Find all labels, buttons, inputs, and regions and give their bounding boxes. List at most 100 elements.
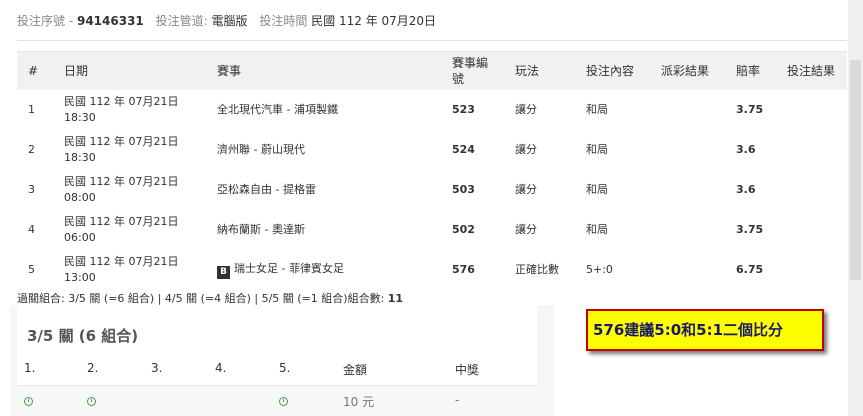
combo-row: 10 元 - [17, 386, 537, 416]
row-num: 3 [28, 183, 35, 196]
col-header-match: 賽事 [206, 51, 441, 90]
combo-summary-text: 過關組合: 3/5 關 (=6 組合) | 4/5 關 (=4 組合) | 5/… [17, 292, 385, 305]
time-label: 投注時間 [259, 14, 308, 28]
row-odds: 3.75 [736, 223, 764, 236]
combo-win: - [455, 393, 460, 407]
row-result [650, 250, 725, 290]
serial-label: 投注序號 - [17, 14, 74, 28]
row-play: 讓分 [515, 143, 537, 156]
row-match: 濟州聯 - 蔚山現代 [217, 143, 305, 156]
row-match: 亞松森自由 - 提格雷 [217, 183, 316, 196]
row-num: 4 [28, 223, 35, 236]
row-odds: 6.75 [736, 263, 764, 276]
row-match: B 瑞士女足 - 菲律賓女足 [206, 250, 441, 290]
table-row: 2 民國 112 年 07月21日 18:30 濟州聯 - 蔚山現代 524 讓分… [17, 130, 847, 170]
row-date-time: 13:00 [64, 271, 96, 284]
col-header-date: 日期 [53, 51, 206, 90]
row-date-day: 民國 112 年 07月21日 [64, 95, 179, 108]
row-odds: 3.6 [736, 183, 756, 196]
row-outcome [776, 250, 847, 290]
row-date-day: 民國 112 年 07月21日 [64, 255, 179, 268]
col-header-bet: 投注內容 [575, 51, 650, 90]
row-date: 民國 112 年 07月21日 18:30 [53, 90, 206, 130]
row-match: 納布蘭斯 - 奧達斯 [217, 223, 305, 236]
combo-col-3: 3. [151, 361, 163, 375]
row-code: 502 [452, 223, 475, 236]
channel-value: 電腦版 [211, 14, 248, 28]
combo-amount: 10 元 [343, 395, 375, 409]
row-code: 503 [452, 183, 475, 196]
col-header-code: 賽事編號 [441, 51, 504, 90]
row-outcome [776, 210, 847, 250]
combo-title: 3/5 關 (6 組合) [27, 327, 139, 345]
channel-label: 投注管道: [155, 14, 208, 28]
col-header-play: 玩法 [504, 51, 575, 90]
row-code: 576 [452, 263, 475, 276]
col-header-outcome: 投注結果 [776, 51, 847, 90]
basketball-badge-icon: B [217, 266, 230, 279]
row-date-time: 18:30 [64, 151, 96, 164]
combo-summary: 過關組合: 3/5 關 (=6 組合) | 4/5 關 (=4 組合) | 5/… [17, 290, 403, 306]
annotation-note: 576建議5:0和5:1二個比分 [586, 309, 824, 351]
clock-icon [87, 397, 96, 406]
combo-panel-inner: 3/5 關 (6 組合) 1. 2. 3. 4. 5. 金額 中獎 10 元 - [17, 305, 537, 416]
combo-panel: 3/5 關 (6 組合) 1. 2. 3. 4. 5. 金額 中獎 10 元 - [10, 305, 554, 416]
scrollbar[interactable] [848, 0, 863, 416]
col-header-odds: 賠率 [725, 51, 776, 90]
row-num: 5 [28, 263, 35, 276]
row-match-label: 瑞士女足 - 菲律賓女足 [234, 262, 344, 275]
row-play: 正確比數 [515, 263, 559, 276]
table-row: 5 民國 112 年 07月21日 13:00 B 瑞士女足 - 菲律賓女足 576… [17, 250, 847, 290]
row-date-day: 民國 112 年 07月21日 [64, 135, 179, 148]
row-match: 全北現代汽車 - 浦項製鐵 [217, 103, 338, 116]
row-code: 523 [452, 103, 475, 116]
row-date: 民國 112 年 07月21日 18:30 [53, 130, 206, 170]
col-header-num: # [17, 51, 53, 90]
combo-col-amount: 金額 [343, 363, 368, 377]
time-value: 民國 112 年 07月20日 [311, 14, 437, 28]
row-date: 民國 112 年 07月21日 08:00 [53, 170, 206, 210]
table-row: 4 民國 112 年 07月21日 06:00 納布蘭斯 - 奧達斯 502 讓分… [17, 210, 847, 250]
combo-col-2: 2. [87, 361, 99, 375]
table-row: 1 民國 112 年 07月21日 18:30 全北現代汽車 - 浦項製鐵 523… [17, 90, 847, 130]
clock-icon [24, 397, 33, 406]
combo-col-5: 5. [279, 361, 291, 375]
combo-col-4: 4. [215, 361, 227, 375]
row-bet: 和局 [586, 143, 608, 156]
divider [17, 40, 847, 41]
row-date: 民國 112 年 07月21日 13:00 [53, 250, 206, 290]
row-bet: 和局 [586, 223, 608, 236]
row-result [650, 90, 725, 130]
row-bet: 和局 [586, 103, 608, 116]
row-result [650, 170, 725, 210]
serial-value: 94146331 [76, 14, 144, 28]
row-date-time: 06:00 [64, 231, 96, 244]
row-date-day: 民國 112 年 07月21日 [64, 215, 179, 228]
combo-count: 11 [387, 292, 404, 305]
row-bet: 和局 [586, 183, 608, 196]
row-play: 讓分 [515, 223, 537, 236]
row-outcome [776, 90, 847, 130]
table-row: 3 民國 112 年 07月21日 08:00 亞松森自由 - 提格雷 503 讓… [17, 170, 847, 210]
row-num: 2 [28, 143, 35, 156]
combo-header-row: 1. 2. 3. 4. 5. 金額 中獎 [17, 351, 537, 386]
row-date-day: 民國 112 年 07月21日 [64, 175, 179, 188]
row-result [650, 130, 725, 170]
table-header-row: # 日期 賽事 賽事編號 玩法 投注內容 派彩結果 賠率 投注結果 [17, 51, 847, 90]
row-odds: 3.75 [736, 103, 764, 116]
col-header-payout: 派彩結果 [650, 51, 725, 90]
scrollbar-thumb[interactable] [850, 60, 861, 280]
combo-col-1: 1. [24, 361, 36, 375]
row-outcome [776, 130, 847, 170]
row-date-time: 18:30 [64, 111, 96, 124]
row-play: 讓分 [515, 103, 537, 116]
row-play: 讓分 [515, 183, 537, 196]
row-date: 民國 112 年 07月21日 06:00 [53, 210, 206, 250]
clock-icon [279, 397, 288, 406]
row-outcome [776, 170, 847, 210]
bet-info-bar: 投注序號 - 94146331 投注管道: 電腦版 投注時間 民國 112 年 … [17, 12, 436, 29]
row-bet: 5+:0 [586, 263, 613, 276]
row-num: 1 [28, 103, 35, 116]
row-code: 524 [452, 143, 475, 156]
bet-table: # 日期 賽事 賽事編號 玩法 投注內容 派彩結果 賠率 投注結果 1 民國 1… [17, 51, 847, 290]
